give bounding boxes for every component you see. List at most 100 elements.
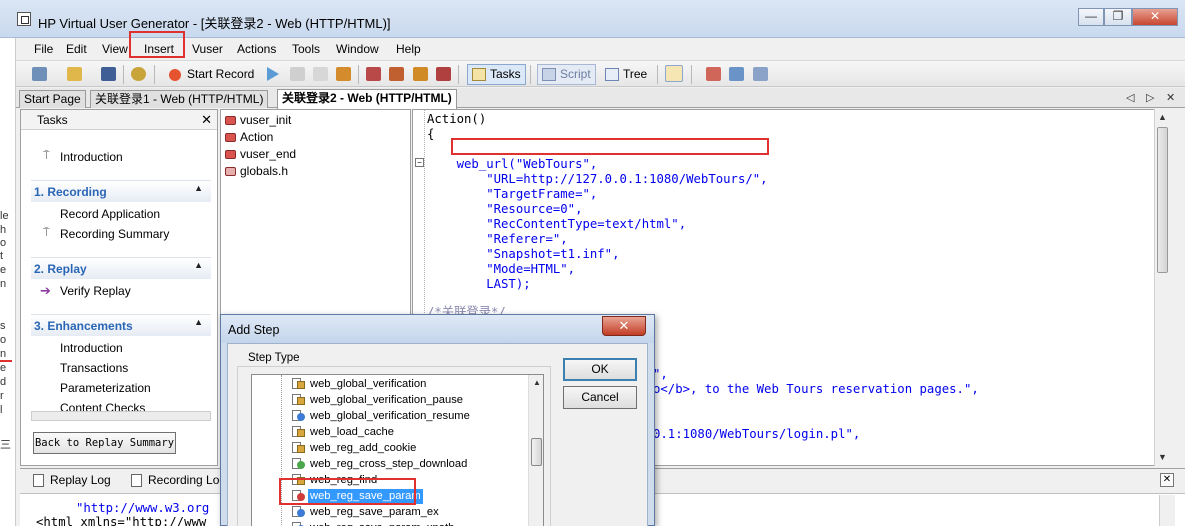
section-enhancements[interactable]: 3. Enhancements ▲	[31, 314, 211, 336]
tasks-icon	[472, 68, 486, 81]
output-window-icon[interactable]	[665, 65, 683, 82]
find-icon[interactable]	[131, 67, 146, 81]
task-verify-replay[interactable]: Verify Replay	[60, 284, 131, 298]
recording-options-icon[interactable]	[413, 67, 428, 81]
menu-view[interactable]: View	[102, 42, 128, 56]
toolbar-separator	[530, 65, 531, 84]
stop-icon[interactable]	[290, 67, 305, 81]
script-label: Script	[560, 67, 591, 81]
code-line: "Resource=0",	[427, 202, 583, 216]
cancel-button[interactable]: Cancel	[563, 386, 637, 409]
save-icon[interactable]	[101, 67, 116, 81]
task-enh-introduction[interactable]: Introduction	[60, 341, 123, 355]
tree-item-action[interactable]: Action	[225, 130, 273, 144]
scroll-down-icon[interactable]: ▼	[1158, 452, 1167, 462]
step-item[interactable]: web_load_cache	[310, 425, 394, 440]
step-item[interactable]: web_reg_cross_step_download	[310, 457, 467, 472]
tree-item-globals[interactable]: globals.h	[225, 164, 288, 178]
step-item[interactable]: web_global_verification_pause	[310, 393, 463, 408]
editor-scrollbar[interactable]: ▲ ▼	[1154, 109, 1170, 466]
tree-view-button[interactable]: Tree	[600, 64, 652, 85]
tab-script-2[interactable]: 关联登录2 - Web (HTTP/HTML)	[277, 89, 457, 109]
window-title: HP Virtual User Generator - [关联登录2 - Web…	[38, 16, 391, 31]
menu-edit[interactable]: Edit	[66, 42, 87, 56]
tab-recording-log-label: Recording Log	[148, 473, 227, 487]
task-introduction[interactable]: Introduction	[60, 150, 123, 164]
task-transactions[interactable]: Transactions	[60, 361, 128, 375]
start-record-button[interactable]: Start Record	[164, 64, 259, 85]
vugen-window: HP Virtual User Generator - [关联登录2 - Web…	[0, 0, 1185, 526]
fold-toggle-icon[interactable]: −	[415, 158, 424, 167]
action-icon	[225, 133, 236, 142]
pause-icon[interactable]	[313, 67, 328, 81]
menu-vuser[interactable]: Vuser	[192, 42, 223, 56]
task-parameterization[interactable]: Parameterization	[60, 381, 151, 395]
replay-icon[interactable]	[267, 67, 279, 81]
pin-icon: ⍑	[43, 227, 50, 239]
toolbar-separator	[154, 65, 155, 84]
minimize-button[interactable]: —	[1078, 8, 1104, 26]
tab-close-icon[interactable]: ✕	[1166, 91, 1175, 104]
new-script-icon[interactable]	[32, 67, 47, 81]
tree-icon	[605, 68, 619, 81]
code-line: {	[427, 127, 435, 141]
step-list-scrollbar[interactable]: ▲	[528, 375, 543, 526]
tab-recording-log[interactable]: Recording Log	[128, 473, 226, 487]
collapse-icon[interactable]: ▲	[194, 260, 203, 270]
step-item[interactable]: web_reg_save_param_xpath	[310, 521, 454, 526]
app-icon	[17, 12, 31, 26]
snapshot-icon[interactable]	[706, 67, 721, 81]
tasks-button[interactable]: Tasks	[467, 64, 526, 85]
task-content-checks[interactable]: Content Checks	[60, 401, 145, 411]
step-item[interactable]: web_reg_save_param_ex	[310, 505, 439, 520]
section-recording[interactable]: 1. Recording ▲	[31, 180, 211, 202]
menu-help[interactable]: Help	[396, 42, 421, 56]
task-recording-summary[interactable]: Recording Summary	[60, 227, 169, 241]
step-item[interactable]: web_global_verification_resume	[310, 409, 470, 424]
collapse-icon[interactable]: ▲	[194, 317, 203, 327]
tab-replay-log[interactable]: Replay Log	[30, 473, 111, 487]
menu-window[interactable]: Window	[336, 42, 379, 56]
tree-view-icon[interactable]	[753, 67, 768, 81]
step-item[interactable]: web_reg_add_cookie	[310, 441, 416, 456]
scroll-up-icon[interactable]: ▲	[1158, 112, 1167, 122]
script-view-button[interactable]: Script	[537, 64, 596, 85]
dialog-close-button[interactable]: ✕	[602, 316, 646, 336]
code-line: o</b>, to the Web Tours reservation page…	[653, 382, 979, 396]
step-item[interactable]: web_global_verification	[310, 377, 426, 392]
log-line: <html xmlns="http://www	[36, 515, 207, 526]
close-window-button[interactable]: ✕	[1132, 8, 1178, 26]
section-recording-label: 1. Recording	[34, 185, 107, 199]
step-icon[interactable]	[336, 67, 351, 81]
tab-prev-icon[interactable]: ◁	[1126, 91, 1134, 104]
page-view-icon[interactable]	[729, 67, 744, 81]
regenerate-icon[interactable]	[436, 67, 451, 81]
document-tabs: Start Page 关联登录1 - Web (HTTP/HTML) 关联登录2…	[16, 88, 1185, 109]
menu-tools[interactable]: Tools	[292, 42, 320, 56]
menu-actions[interactable]: Actions	[237, 42, 276, 56]
tab-start-page[interactable]: Start Page	[19, 90, 86, 108]
open-folder-icon[interactable]	[67, 67, 82, 81]
task-record-application[interactable]: Record Application	[60, 207, 160, 221]
ok-button[interactable]: OK	[563, 358, 637, 381]
back-to-replay-summary-button[interactable]: Back to Replay Summary	[33, 432, 176, 454]
tab-next-icon[interactable]: ▷	[1146, 91, 1154, 104]
tasks-close-icon[interactable]: ✕	[201, 112, 212, 128]
menu-file[interactable]: File	[34, 42, 53, 56]
tree-item-vuser-end[interactable]: vuser_end	[225, 147, 296, 161]
collapse-icon[interactable]: ▲	[194, 183, 203, 193]
run-time-settings-icon[interactable]	[389, 67, 404, 81]
output-scrollbar[interactable]	[1159, 495, 1175, 526]
scroll-thumb[interactable]	[1157, 127, 1168, 273]
scroll-thumb[interactable]	[531, 438, 542, 466]
section-replay[interactable]: 2. Replay ▲	[31, 257, 211, 279]
output-close-icon[interactable]: ✕	[1160, 473, 1174, 487]
restore-button[interactable]: ❐	[1104, 8, 1132, 26]
tasks-title: Tasks	[37, 113, 68, 127]
strip-char: l	[0, 404, 3, 416]
tasks-scrollbar[interactable]	[31, 411, 211, 421]
tab-script-1[interactable]: 关联登录1 - Web (HTTP/HTML)	[90, 90, 269, 108]
scroll-up-icon[interactable]: ▲	[533, 378, 541, 387]
tree-item-vuser-init[interactable]: vuser_init	[225, 113, 291, 127]
compile-icon[interactable]	[366, 67, 381, 81]
